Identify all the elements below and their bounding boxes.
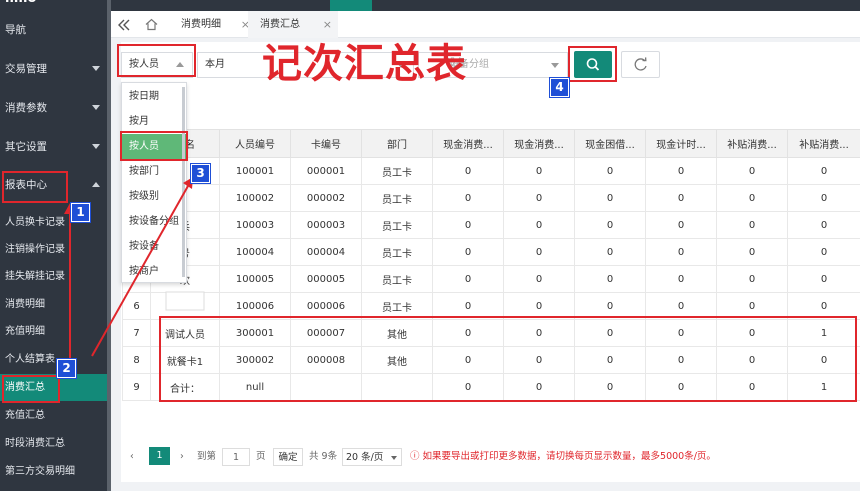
annotation-marker-2: 2 bbox=[56, 358, 77, 379]
annotation-arrow-line bbox=[91, 185, 189, 357]
annotation-marker-4: 4 bbox=[549, 77, 570, 98]
annotation-arrows bbox=[64, 177, 205, 360]
annotation-marker-3: 3 bbox=[190, 163, 211, 184]
annotation-marker-1: 1 bbox=[70, 202, 91, 223]
name-cell-mask bbox=[165, 291, 205, 311]
